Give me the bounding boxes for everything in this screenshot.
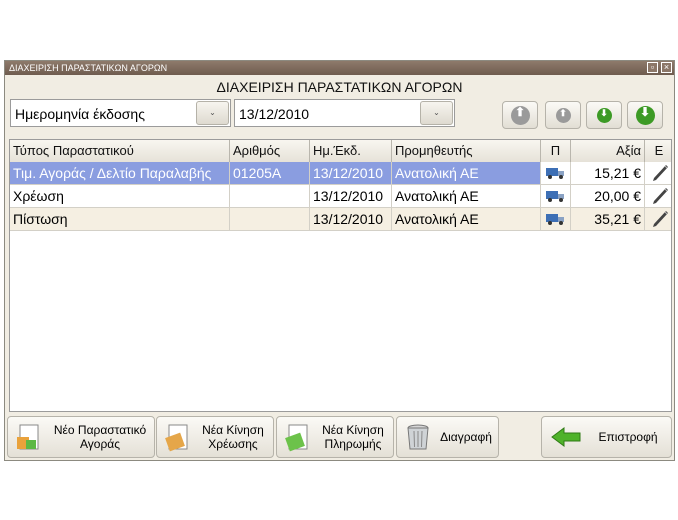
filter-value-select[interactable]: 13/12/2010 ⌄ [234,99,455,127]
move-last-button[interactable]: ⬇ [627,101,663,129]
move-first-button[interactable]: ⬆ [502,101,538,129]
payment-document-icon [285,424,308,452]
delete-button[interactable]: Διαγραφή [396,416,499,458]
truck-icon[interactable] [546,189,566,203]
restore-button[interactable]: ▫ [647,62,658,73]
close-button[interactable]: × [661,62,672,73]
purchase-documents-window: ΔΙΑΧΕΙΡΙΣΗ ΠΑΡΑΣΤΑΤΙΚΩΝ ΑΓΟΡΩΝ ▫ × ΔΙΑΧΕ… [4,60,675,461]
chevron-down-icon[interactable]: ⌄ [196,101,229,125]
new-payment-button[interactable]: Νέα Κίνηση Πληρωμής [276,416,394,458]
window-title: ΔΙΑΧΕΙΡΙΣΗ ΠΑΡΑΣΤΑΤΙΚΩΝ ΑΓΟΡΩΝ [9,63,168,73]
back-button[interactable]: Επιστροφή [541,416,672,458]
edit-pen-icon[interactable] [652,187,668,205]
truck-icon[interactable] [546,212,566,226]
table-row[interactable]: Πίστωση 13/12/2010 Ανατολική ΑΕ 35,21 € [10,208,671,231]
new-purchase-document-button[interactable]: Νέο Παραστατικό Αγοράς [7,416,155,458]
table-row[interactable]: Τιμ. Αγοράς / Δελτίο Παραλαβής 01205A 13… [10,162,671,185]
new-charge-button[interactable]: Νέα Κίνηση Χρέωσης [156,416,274,458]
edit-pen-icon[interactable] [652,210,668,228]
move-down-button[interactable]: ⬇ [586,101,622,129]
move-up-button[interactable]: ⬆ [545,101,581,129]
title-bar: ΔΙΑΧΕΙΡΙΣΗ ΠΑΡΑΣΤΑΤΙΚΩΝ ΑΓΟΡΩΝ ▫ × [5,61,674,75]
table-row[interactable]: Χρέωση 13/12/2010 Ανατολική ΑΕ 20,00 € [10,185,671,208]
column-header-p[interactable]: Π [541,140,571,162]
chevron-down-icon[interactable]: ⌄ [420,101,453,125]
column-header-date[interactable]: Ημ.Έκδ. [310,140,392,162]
column-header-supplier[interactable]: Προμηθευτής [392,140,541,162]
documents-table[interactable]: Τύπος Παραστατικού Αριθμός Ημ.Έκδ. Προμη… [9,139,672,412]
new-document-icon [17,424,39,450]
trash-can-icon [407,424,429,450]
filter-field-select[interactable]: Ημερομηνία έκδοσης ⌄ [10,99,231,127]
page-title: ΔΙΑΧΕΙΡΙΣΗ ΠΑΡΑΣΤΑΤΙΚΩΝ ΑΓΟΡΩΝ [216,79,463,95]
column-header-e[interactable]: Ε [645,140,671,162]
arrow-left-icon [551,427,581,447]
truck-icon[interactable] [546,166,566,180]
charge-document-icon [165,424,188,452]
column-header-value[interactable]: Αξία [571,140,645,162]
column-header-number[interactable]: Αριθμός [230,140,310,162]
column-header-type[interactable]: Τύπος Παραστατικού [10,140,230,162]
table-header: Τύπος Παραστατικού Αριθμός Ημ.Έκδ. Προμη… [10,140,671,163]
edit-pen-icon[interactable] [652,164,668,182]
